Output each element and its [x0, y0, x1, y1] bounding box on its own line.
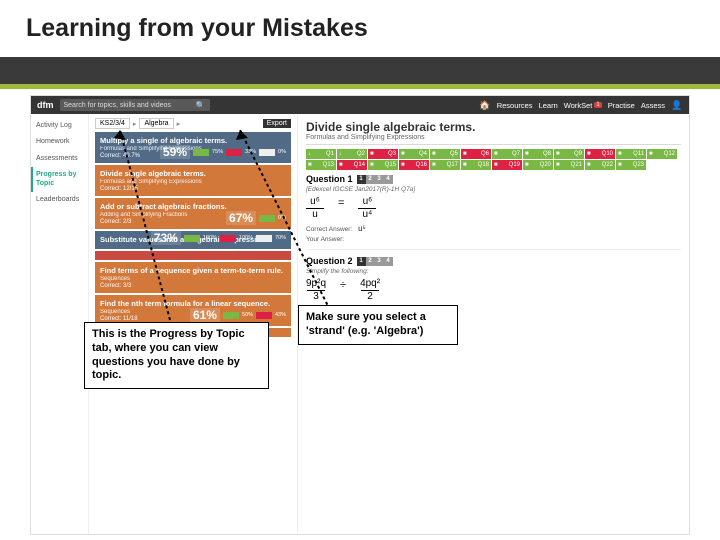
question-cell[interactable]: ■Q14 — [337, 160, 367, 170]
question-cell[interactable]: ■Q17 — [430, 160, 460, 170]
nav-resources[interactable]: Resources — [497, 101, 533, 110]
question-cell[interactable]: ■Q13 — [306, 160, 336, 170]
nav-learn[interactable]: Learn — [539, 101, 558, 110]
q-part-2[interactable]: 2 — [366, 257, 375, 266]
panel-title: Divide single algebraic terms. — [306, 120, 681, 134]
question-1-expression: u⁶u = u⁶u⁴ — [306, 197, 681, 220]
sidebar-item-leaderboards[interactable]: Leaderboards — [31, 192, 88, 208]
q-part-3[interactable]: 3 — [375, 257, 384, 266]
question-cell[interactable]: ■Q22 — [585, 160, 615, 170]
question-cell[interactable]: ■Q19 — [492, 160, 522, 170]
nav-practise[interactable]: Practise — [608, 101, 635, 110]
question-cell[interactable]: ■Q6 — [461, 149, 491, 159]
question-cell[interactable]: ■Q11 — [616, 149, 646, 159]
workset-badge: 1 — [594, 102, 601, 108]
topic-card[interactable] — [95, 251, 291, 260]
q-part-3[interactable]: 3 — [375, 175, 384, 184]
avatar[interactable]: 👤 — [671, 100, 683, 111]
divider — [306, 249, 681, 250]
question-cell[interactable]: ■Q7 — [492, 149, 522, 159]
question-cell[interactable]: ■Q10 — [585, 149, 615, 159]
sidebar-item-activity[interactable]: Activity Log — [31, 118, 88, 134]
question-cell[interactable]: ■Q8 — [523, 149, 553, 159]
correct-answer-row: Correct Answer: u⁵ — [306, 224, 681, 233]
topic-card[interactable]: Add or subtract algebraic fractions. Add… — [95, 198, 291, 229]
crumb-strand[interactable]: Algebra — [139, 118, 173, 129]
question-cell[interactable]: ■Q9 — [554, 149, 584, 159]
question-cell[interactable]: ■Q18 — [461, 160, 491, 170]
topic-card[interactable]: Substitute values into an algebraic expr… — [95, 231, 291, 249]
home-icon[interactable]: 🏠 — [479, 100, 491, 111]
question-cell[interactable]: ↓Q2 — [337, 149, 367, 159]
question-cell[interactable]: ■Q15 — [368, 160, 398, 170]
search-input[interactable]: Search for topics, skills and videos 🔍 — [60, 99, 210, 111]
question-grid: ↓Q1↓Q2■Q3■Q4■Q5■Q6■Q7■Q8■Q9■Q10■Q11■Q12■… — [306, 149, 681, 170]
your-answer-row: Your Answer: — [306, 236, 681, 243]
q-part-2[interactable]: 2 — [366, 175, 375, 184]
q-part-1[interactable]: 1 — [357, 257, 366, 266]
breadcrumb: KS2/3/4 ▸ Algebra ▸ Export — [95, 118, 291, 129]
question-2-header: Question 2 1 2 3 4 — [306, 256, 681, 266]
q-part-1[interactable]: 1 — [357, 175, 366, 184]
sidebar-item-homework[interactable]: Homework — [31, 134, 88, 150]
q-part-4[interactable]: 4 — [384, 175, 393, 184]
question-cell[interactable]: ■Q4 — [399, 149, 429, 159]
sidebar-item-progress[interactable]: Progress by Topic — [31, 167, 88, 192]
question-reference: [Edexcel IGCSE Jan2017(R)-1H Q7a] — [306, 186, 681, 193]
logo: dfm — [37, 100, 54, 110]
crumb-level[interactable]: KS2/3/4 — [95, 118, 130, 129]
question-2-prompt: Simplify the following: — [306, 268, 681, 275]
callout-progress-tab: This is the Progress by Topic tab, where… — [84, 322, 269, 389]
panel-subtitle: Formulas and Simplifying Expressions — [306, 134, 681, 145]
chevron-right-icon: ▸ — [177, 120, 181, 128]
chevron-right-icon: ▸ — [133, 120, 137, 128]
topic-card[interactable]: Divide single algebraic terms. Formulas … — [95, 165, 291, 196]
export-button[interactable]: Export — [263, 119, 291, 128]
topic-card[interactable]: Multiply a single of algebraic terms. Fo… — [95, 132, 291, 163]
question-cell[interactable]: ■Q3 — [368, 149, 398, 159]
question-cell[interactable]: ■Q16 — [399, 160, 429, 170]
topic-card[interactable]: Find terms of a sequence given a term-to… — [95, 262, 291, 293]
q-part-4[interactable]: 4 — [384, 257, 393, 266]
top-bar: dfm Search for topics, skills and videos… — [31, 96, 689, 114]
callout-select-strand: Make sure you select a 'strand' (e.g. 'A… — [298, 305, 458, 345]
question-parts: 1 2 3 4 — [357, 175, 393, 184]
question-cell[interactable]: ↓Q1 — [306, 149, 336, 159]
slide-title: Learning from your Mistakes — [26, 14, 694, 43]
nav-workset[interactable]: WorkSet1 — [564, 101, 602, 110]
nav-assess[interactable]: Assess — [641, 101, 665, 110]
question-cell[interactable]: ■Q21 — [554, 160, 584, 170]
search-icon[interactable]: 🔍 — [196, 101, 206, 110]
sidebar: Activity Log Homework Assessments Progre… — [31, 114, 89, 534]
question-2-expression: 9p²q3 ÷ 4pq²2 — [306, 279, 681, 302]
question-cell[interactable]: ■Q5 — [430, 149, 460, 159]
title-accent-bar — [0, 57, 720, 89]
search-placeholder: Search for topics, skills and videos — [64, 102, 171, 109]
question-1-header: Question 1 1 2 3 4 — [306, 174, 681, 184]
question-cell[interactable]: ■Q12 — [647, 149, 677, 159]
sidebar-item-assessments[interactable]: Assessments — [31, 151, 88, 167]
question-cell[interactable]: ■Q20 — [523, 160, 553, 170]
question-cell[interactable]: ■Q23 — [616, 160, 646, 170]
